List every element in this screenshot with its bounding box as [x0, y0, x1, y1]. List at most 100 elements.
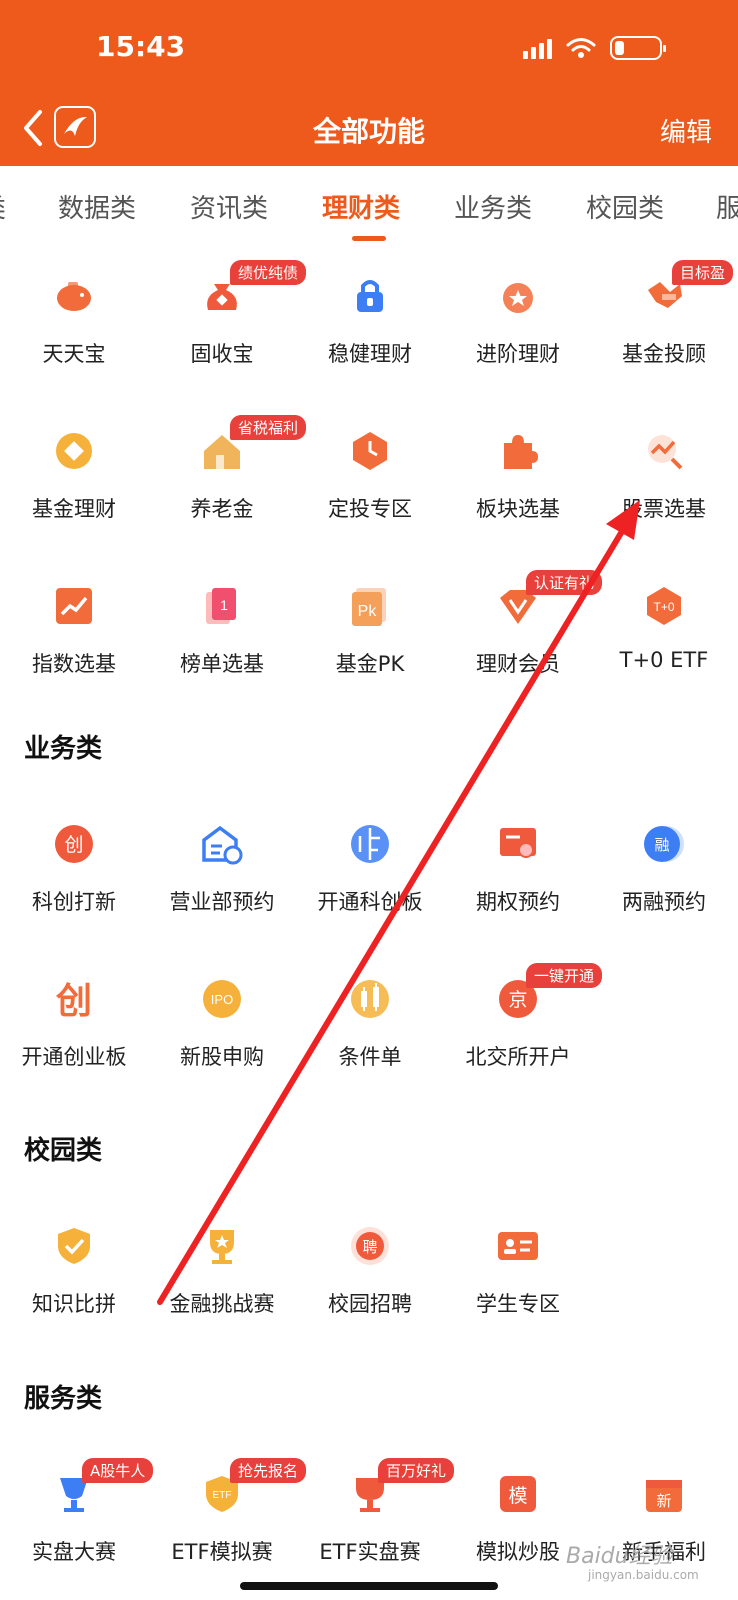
function-item[interactable]: 创开通创业板	[0, 959, 148, 1089]
promo-badge: 百万好礼	[378, 1458, 455, 1483]
function-item[interactable]: IPO 新股申购	[148, 959, 296, 1089]
certificate-icon	[496, 822, 540, 866]
function-item-label: 基金理财	[32, 497, 116, 521]
medal-icon	[496, 274, 540, 318]
pk-icon: Pk	[348, 584, 392, 628]
battery-icon	[610, 36, 666, 60]
function-item-label: 股票选基	[622, 497, 706, 521]
function-item[interactable]: 基金投顾 目标盈	[590, 256, 738, 386]
building-clock-icon	[200, 822, 244, 866]
function-item[interactable]: 板块选基	[444, 411, 592, 541]
function-item[interactable]: 天天宝	[0, 256, 148, 386]
function-item-label: 稳健理财	[328, 342, 412, 366]
function-item[interactable]: 开通科创板	[296, 804, 444, 934]
function-item-label: 北交所开户	[465, 1045, 571, 1069]
status-time: 15:43	[96, 30, 186, 63]
tab-news[interactable]: 资讯类	[190, 188, 268, 225]
tab-service[interactable]: 服	[716, 188, 738, 225]
rong-circle-icon: 融	[642, 822, 686, 866]
function-item-label: 理财会员	[476, 652, 560, 676]
function-item[interactable]: 固收宝 绩优纯债	[148, 256, 307, 386]
function-item[interactable]: 定投专区	[296, 411, 444, 541]
function-item[interactable]: 知识比拼	[0, 1206, 148, 1336]
circuit-icon	[348, 822, 392, 866]
trend-chart-icon	[52, 584, 96, 628]
function-item-label: 天天宝	[42, 342, 106, 366]
trophy-icon	[200, 1224, 244, 1268]
tab-indicator	[352, 236, 386, 241]
function-item[interactable]: 条件单	[296, 959, 444, 1089]
function-item-label: 科创打新	[32, 890, 116, 914]
function-item[interactable]: 实盘大赛 A股牛人	[0, 1454, 154, 1584]
function-item-label: 开通科创板	[317, 890, 423, 914]
edit-button[interactable]: 编辑	[660, 112, 712, 149]
function-item[interactable]: T+0 T+0 ETF	[590, 566, 738, 696]
tab-campus[interactable]: 校园类	[586, 188, 664, 225]
function-item-label: T+0 ETF	[619, 648, 709, 672]
signal-icon	[523, 37, 552, 59]
puzzle-icon	[496, 429, 540, 473]
function-item[interactable]: Pk 基金PK	[296, 566, 444, 696]
section-title-business: 业务类	[24, 734, 103, 764]
function-item[interactable]: 融两融预约	[590, 804, 738, 934]
function-item-label: 进阶理财	[476, 342, 560, 366]
function-item[interactable]: 营业部预约	[148, 804, 296, 934]
tab-data[interactable]: 数据类	[58, 188, 136, 225]
function-item[interactable]: ETF ETF模拟赛 抢先报名	[148, 1454, 307, 1584]
stock-search-icon	[642, 429, 686, 473]
chuang-text-icon: 创	[52, 977, 96, 1022]
watermark-text: Baidu经验	[566, 1544, 673, 1569]
calendar-gift-icon: 新	[642, 1472, 686, 1516]
function-item[interactable]: 股票选基	[590, 411, 738, 541]
promo-badge: 目标盈	[672, 260, 734, 285]
shield-check-icon	[52, 1224, 96, 1268]
function-item[interactable]: 聘校园招聘	[296, 1206, 444, 1336]
tab-business[interactable]: 业务类	[454, 188, 532, 225]
function-item[interactable]: 期权预约	[444, 804, 592, 934]
t0-hexagon-icon: T+0	[642, 584, 686, 628]
function-item[interactable]: 理财会员 认证有礼	[444, 566, 603, 696]
function-item-label: ETF实盘赛	[319, 1540, 421, 1564]
status-icons	[523, 36, 666, 60]
function-item[interactable]: 基金理财	[0, 411, 148, 541]
tab-prev[interactable]: 类	[0, 188, 6, 225]
function-item[interactable]: ETF实盘赛 百万好礼	[296, 1454, 455, 1584]
function-item[interactable]: 金融挑战赛	[148, 1206, 296, 1336]
candlestick-icon	[348, 977, 392, 1021]
mo-square-icon: 模	[496, 1472, 540, 1516]
promo-badge: 绩优纯债	[230, 260, 307, 285]
ranking-icon: 1	[200, 584, 244, 628]
function-item-label: 校园招聘	[328, 1292, 412, 1316]
function-item-label: 金融挑战赛	[169, 1292, 275, 1316]
function-item-label: 实盘大赛	[32, 1540, 116, 1564]
wifi-icon	[566, 38, 596, 58]
function-item-label: 开通创业板	[21, 1045, 127, 1069]
function-item-label: 营业部预约	[169, 890, 275, 914]
page-title: 全部功能	[312, 115, 425, 148]
function-item[interactable]: 指数选基	[0, 566, 148, 696]
function-item[interactable]: 稳健理财	[296, 256, 444, 386]
promo-badge: 一键开通	[526, 963, 603, 988]
tab-wealth[interactable]: 理财类	[322, 188, 400, 225]
function-item[interactable]: 进阶理财	[444, 256, 592, 386]
coin-icon	[52, 429, 96, 473]
function-item[interactable]: 京北交所开户 一键开通	[444, 959, 603, 1089]
svg-text:京: 京	[508, 989, 527, 1011]
function-item-label: 新股申购	[180, 1045, 264, 1069]
function-item[interactable]: 1 榜单选基	[148, 566, 296, 696]
function-item[interactable]: 养老金 省税福利	[148, 411, 307, 541]
svg-text:创: 创	[56, 981, 92, 1021]
function-item-label: ETF模拟赛	[171, 1540, 273, 1564]
promo-badge: 抢先报名	[230, 1458, 307, 1483]
svg-text:融: 融	[654, 836, 669, 854]
home-indicator	[240, 1582, 498, 1590]
function-item-label: 指数选基	[32, 652, 116, 676]
function-item-label: 板块选基	[476, 497, 560, 521]
lock-icon	[348, 274, 392, 318]
function-item-label: 基金PK	[335, 652, 405, 676]
function-item-label: 知识比拼	[32, 1292, 116, 1316]
function-item-label: 学生专区	[476, 1292, 560, 1316]
function-item[interactable]: 学生专区	[444, 1206, 592, 1336]
section-title-service: 服务类	[24, 1384, 103, 1414]
function-item[interactable]: 创科创打新	[0, 804, 148, 934]
